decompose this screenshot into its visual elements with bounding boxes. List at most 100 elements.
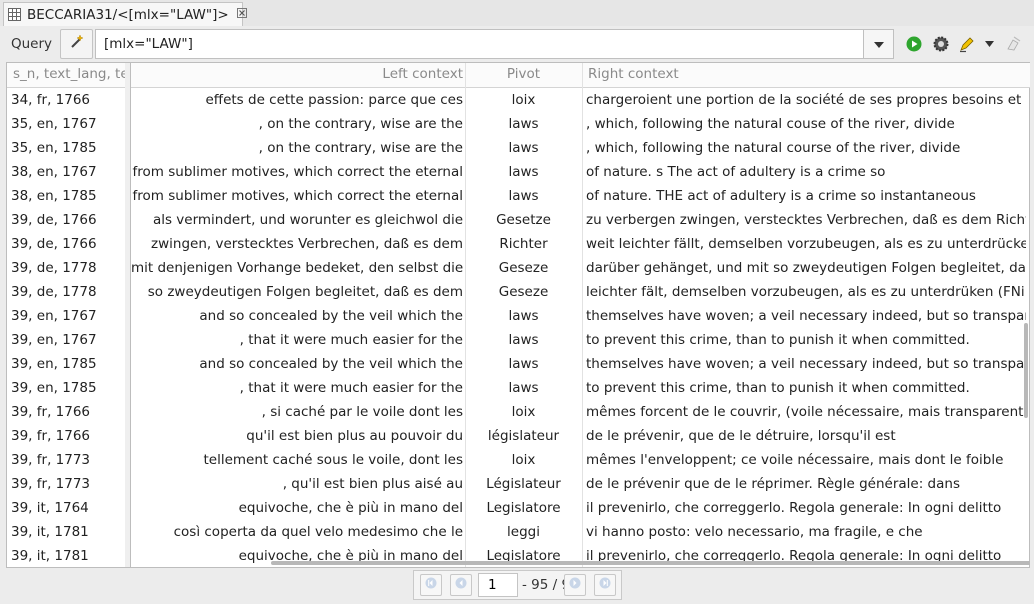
right-context-cell: of nature. s The act of adultery is a cr… — [586, 164, 886, 180]
metadata-row[interactable]: 39, de, 1778 — [7, 280, 125, 304]
pivot-cell: loix — [511, 404, 536, 420]
metadata-row[interactable]: 39, it, 1764 — [7, 496, 125, 520]
right-context-cell: , which, following the natural course of… — [586, 140, 961, 156]
prev-page-icon — [455, 577, 467, 593]
left-context-header[interactable]: Left context — [131, 63, 463, 87]
right-context-cell: to prevent this crime, than to punish it… — [586, 380, 970, 396]
pivot-cell: loix — [511, 92, 536, 108]
metadata-row[interactable]: 39, fr, 1773 — [7, 472, 125, 496]
concordance-row[interactable]: , that it were much easier for the laws to… — [131, 328, 1030, 352]
concordance-row[interactable]: , on the contrary, wise are the laws , whi… — [131, 136, 1030, 160]
right-context-header[interactable]: Right context — [588, 63, 988, 87]
highlighter-menu-chevron-down-icon[interactable] — [983, 35, 995, 53]
metadata-row[interactable]: 39, de, 1766 — [7, 208, 125, 232]
metadata-header[interactable]: s_n, text_lang, te — [7, 63, 125, 88]
concordance-row[interactable]: from sublimer motives, which correct the… — [131, 184, 1030, 208]
last-page-icon — [599, 577, 611, 593]
left-context-cell: , on the contrary, wise are the — [258, 116, 463, 132]
right-context-cell: leichter fält, demselben vorzubeugen, al… — [586, 284, 1025, 300]
concordance-header: Left context Pivot Right context — [131, 63, 1030, 88]
left-context-cell: als vermindert, und worunter es gleichwo… — [152, 212, 463, 228]
left-context-cell: , that it were much easier for the — [239, 332, 463, 348]
concordance-row[interactable]: so zweydeutigen Folgen begleitet, daß es… — [131, 280, 1030, 304]
query-label: Query — [11, 36, 53, 52]
pivot-cell: Geseze — [498, 260, 549, 276]
metadata-row[interactable]: 39, de, 1766 — [7, 232, 125, 256]
close-icon[interactable] — [236, 8, 247, 21]
metadata-row[interactable]: 39, en, 1767 — [7, 304, 125, 328]
metadata-row[interactable]: 39, fr, 1766 — [7, 424, 125, 448]
metadata-row[interactable]: 39, en, 1785 — [7, 352, 125, 376]
next-page-button[interactable] — [564, 574, 586, 596]
query-input[interactable] — [95, 29, 864, 59]
metadata-row[interactable]: 39, en, 1767 — [7, 328, 125, 352]
highlighter-icon[interactable] — [958, 35, 976, 53]
next-page-icon — [569, 577, 581, 593]
metadata-row[interactable]: 39, en, 1785 — [7, 376, 125, 400]
query-history-dropdown[interactable] — [864, 29, 894, 59]
right-context-cell: weit leichter fällt, demselben vorzubeug… — [586, 236, 1026, 252]
left-context-cell: from sublimer motives, which correct the… — [132, 164, 463, 180]
chevron-down-icon — [873, 36, 884, 52]
concordance-row[interactable]: equivoche, che è più in mano del Legislat… — [131, 496, 1030, 520]
settings-gear-icon[interactable] — [932, 35, 950, 53]
concordance-row[interactable]: als vermindert, und worunter es gleichwo… — [131, 208, 1030, 232]
concordance-row[interactable]: and so concealed by the veil which the la… — [131, 304, 1030, 328]
right-context-cell: of nature. THE act of adultery is a crim… — [586, 188, 976, 204]
prev-page-button[interactable] — [450, 574, 472, 596]
right-context-cell: de le prévenir que de le réprimer. Règle… — [586, 476, 960, 492]
first-page-button[interactable] — [420, 574, 442, 596]
concordance-row[interactable]: , that it were much easier for the laws to… — [131, 376, 1030, 400]
concordance-row[interactable]: tellement caché sous le voile, dont les l… — [131, 448, 1030, 472]
left-context-cell: , on the contrary, wise are the — [258, 140, 463, 156]
concordance-row[interactable]: mit denjenigen Vorhange bedeket, den sel… — [131, 256, 1030, 280]
metadata-row[interactable]: 35, en, 1767 — [7, 112, 125, 136]
left-context-cell: effets de cette passion: parce que ces — [205, 92, 463, 108]
pivot-cell: Legislatore — [486, 500, 561, 516]
magic-wand-icon — [69, 34, 85, 54]
metadata-row[interactable]: 35, en, 1785 — [7, 136, 125, 160]
concordance-row[interactable]: , si caché par le voile dont les loix même… — [131, 400, 1030, 424]
pivot-cell: laws — [508, 116, 539, 132]
concordance-row[interactable]: , qu'il est bien plus aisé au Législateur… — [131, 472, 1030, 496]
metadata-row[interactable]: 34, fr, 1766 — [7, 88, 125, 112]
metadata-row[interactable]: 39, it, 1781 — [7, 544, 125, 567]
concordance-row[interactable]: from sublimer motives, which correct the… — [131, 160, 1030, 184]
metadata-row[interactable]: 39, fr, 1773 — [7, 448, 125, 472]
right-context-cell: vi hanno posto: velo necessario, ma frag… — [586, 524, 923, 540]
pivot-cell: leggi — [507, 524, 540, 540]
last-page-button[interactable] — [594, 574, 616, 596]
clear-icon[interactable] — [1004, 35, 1022, 53]
concordance-row[interactable]: , on the contrary, wise are the laws , whi… — [131, 112, 1030, 136]
query-toolbar: Query — [0, 26, 1034, 62]
right-context-cell: il prevenirlo, che correggerlo. Regola g… — [586, 500, 1002, 516]
right-context-cell: darüber gehänget, und mit so zweydeutige… — [586, 260, 1026, 276]
metadata-row[interactable]: 39, it, 1781 — [7, 520, 125, 544]
page-number-input[interactable] — [478, 573, 518, 597]
pagination-bar: - 95 / 95 — [413, 570, 622, 600]
pivot-header[interactable]: Pivot — [466, 63, 581, 87]
left-context-cell: from sublimer motives, which correct the… — [132, 188, 463, 204]
concordance-row[interactable]: effets de cette passion: parce que ces lo… — [131, 88, 1030, 112]
concordance-row[interactable]: and so concealed by the veil which the la… — [131, 352, 1030, 376]
vertical-scrollbar[interactable] — [1024, 323, 1028, 418]
left-context-cell: , qu'il est bien plus aisé au — [282, 476, 463, 492]
right-context-cell: to prevent this crime, than to punish it… — [586, 332, 970, 348]
metadata-row[interactable]: 38, en, 1767 — [7, 160, 125, 184]
tab-title: BECCARIA31/<[mlx="LAW"]> — [27, 6, 229, 23]
concordance-row[interactable]: qu'il est bien plus au pouvoir du législa… — [131, 424, 1030, 448]
right-context-cell: zu verbergen zwingen, verstecktes Verbre… — [586, 212, 1026, 228]
metadata-row[interactable]: 39, de, 1778 — [7, 256, 125, 280]
metadata-row[interactable]: 38, en, 1785 — [7, 184, 125, 208]
concordance-row[interactable]: zwingen, verstecktes Verbrechen, daß es … — [131, 232, 1030, 256]
pivot-cell: législateur — [487, 428, 560, 444]
concordance-rows: effets de cette passion: parce que ces lo… — [131, 88, 1030, 567]
run-icon[interactable] — [905, 35, 923, 53]
query-assist-button[interactable] — [60, 29, 93, 59]
horizontal-scrollbar[interactable] — [271, 561, 1030, 565]
right-context-cell: mêmes forcent de le couvrir, (voile néce… — [586, 404, 1024, 420]
metadata-row[interactable]: 39, fr, 1766 — [7, 400, 125, 424]
concordance-row[interactable]: così coperta da quel velo medesimo che l… — [131, 520, 1030, 544]
table-icon — [8, 8, 21, 21]
editor-tab[interactable]: BECCARIA31/<[mlx="LAW"]> — [3, 2, 247, 26]
